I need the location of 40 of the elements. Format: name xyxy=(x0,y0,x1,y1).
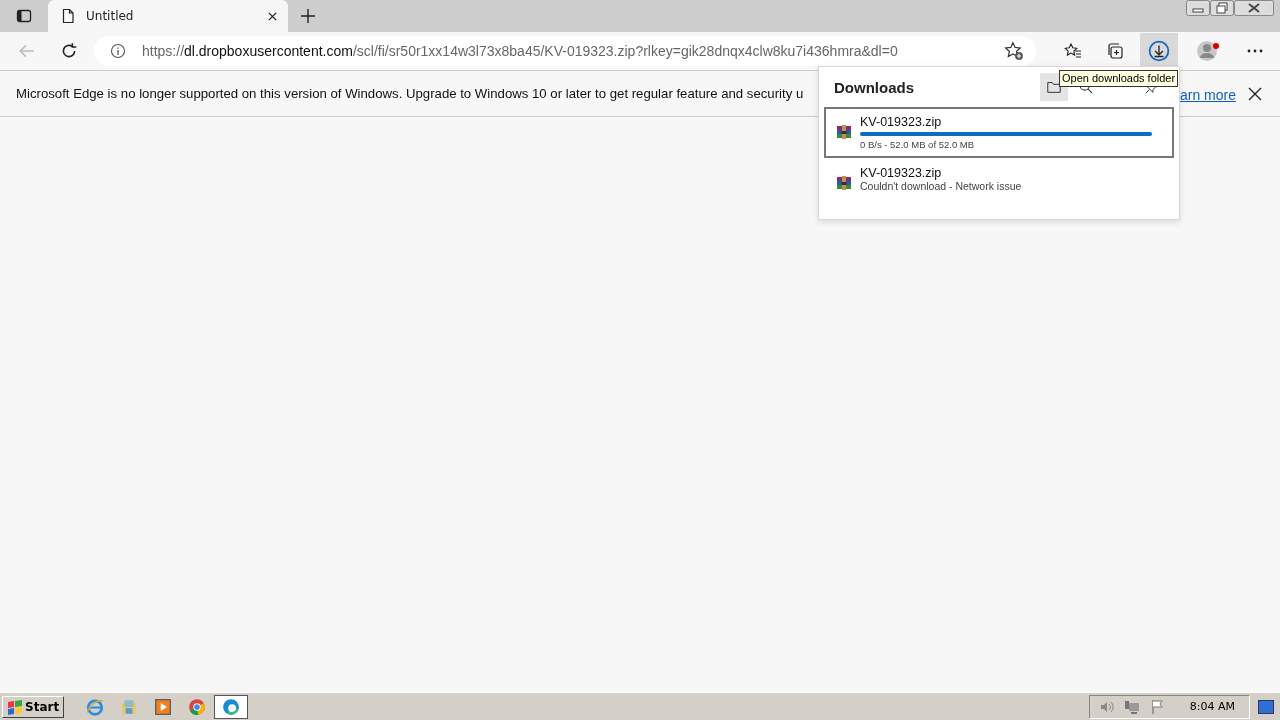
windows-flag-icon xyxy=(7,698,23,715)
download-item[interactable]: KV-019323.zip Couldn't download - Network issue xyxy=(824,158,1174,200)
flag-icon[interactable] xyxy=(1149,698,1166,715)
close-icon[interactable] xyxy=(1248,86,1262,101)
maximize-icon[interactable] xyxy=(1210,0,1234,16)
url-text: https://dl.dropboxusercontent.com/scl/fi/sr50r1xx14w3l73x8ba45/KV-019323.zip?rlkey=gik28dnqx4clw8ku7i436hmra&dl=0 xyxy=(142,43,899,59)
close-window-icon[interactable] xyxy=(1234,0,1274,16)
file-name: KV-019323.zip xyxy=(860,115,943,129)
show-desktop-icon[interactable] xyxy=(1258,699,1274,714)
download-status: 0 B/s - 52.0 MB of 52.0 MB xyxy=(860,139,976,150)
close-icon[interactable] xyxy=(267,10,278,22)
favorites-icon[interactable] xyxy=(1064,42,1082,60)
collections-icon[interactable] xyxy=(1106,42,1124,60)
download-status: Couldn't download - Network issue xyxy=(860,180,1023,192)
add-favorite-icon[interactable] xyxy=(1004,41,1024,61)
chrome-icon[interactable] xyxy=(188,697,207,716)
profile-icon[interactable] xyxy=(1196,39,1220,63)
info-icon[interactable] xyxy=(110,43,126,59)
archive-icon xyxy=(836,175,852,191)
network-icon[interactable] xyxy=(1123,698,1140,715)
file-name: KV-019323.zip xyxy=(860,166,943,180)
page-icon xyxy=(60,8,76,24)
media-player-icon[interactable] xyxy=(154,697,173,716)
refresh-icon[interactable] xyxy=(60,42,78,60)
download-icon[interactable] xyxy=(1140,33,1178,69)
panel-title: Downloads xyxy=(834,78,914,96)
new-tab-icon[interactable] xyxy=(300,8,316,24)
browser-tab[interactable]: Untitled xyxy=(48,0,288,32)
start-button[interactable]: Start xyxy=(2,695,65,718)
edge-icon[interactable] xyxy=(214,694,249,719)
address-bar[interactable]: https://dl.dropboxusercontent.com/scl/fi/sr50r1xx14w3l73x8ba45/KV-019323.zip?rlkey=gik28dnqx4clw8ku7i436hmra&dl=0 xyxy=(94,36,1036,66)
clock-text: 8:04 AM xyxy=(1189,700,1235,713)
tab-title: Untitled xyxy=(86,9,135,23)
minimize-icon[interactable] xyxy=(1186,0,1210,16)
archive-icon xyxy=(836,124,852,140)
download-item[interactable]: KV-019323.zip 0 B/s - 52.0 MB of 52.0 MB xyxy=(824,107,1174,158)
tab-actions-icon[interactable] xyxy=(16,8,32,24)
notification-text: Microsoft Edge is no longer supported on this version of Windows. Upgrade to Windows 10 or later to get regular feature and security u xyxy=(16,86,804,101)
tooltip: Open downloads folder xyxy=(1059,70,1179,87)
learn-more-link[interactable]: arn more xyxy=(1179,87,1236,103)
